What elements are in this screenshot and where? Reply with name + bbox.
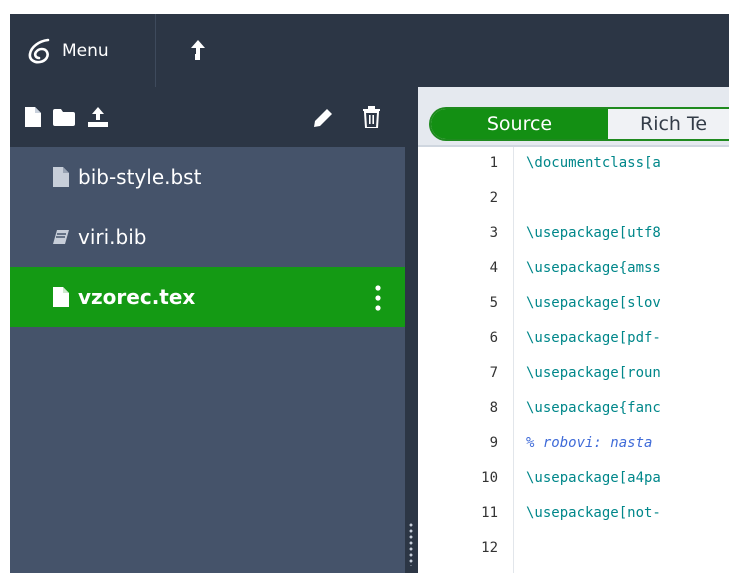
new-file-icon[interactable] xyxy=(25,107,41,127)
upload-arrow-icon[interactable] xyxy=(186,36,210,66)
code-line[interactable]: \documentclass[a xyxy=(526,155,661,171)
file-tree-toolbar xyxy=(10,87,405,147)
line-number: 9 xyxy=(489,435,498,451)
code-editor[interactable]: \documentclass[a \usepackage[utf8 \usepa… xyxy=(513,147,729,573)
toolbar-separator xyxy=(155,14,156,87)
file-tree-sidebar: bib-style.bst viri.bib vzorec.tex xyxy=(10,87,405,573)
line-number-gutter: 1 2 3 4 5 6 7 8 9 10 11 12 xyxy=(418,147,513,573)
code-line[interactable]: \usepackage[utf8 xyxy=(526,225,661,241)
code-line[interactable]: \usepackage{fanc xyxy=(526,400,661,416)
overleaf-logo-icon xyxy=(28,38,50,63)
file-options-kebab-icon[interactable] xyxy=(374,285,382,311)
code-line[interactable]: \usepackage[roun xyxy=(526,365,661,381)
line-number: 5 xyxy=(489,295,498,311)
book-icon xyxy=(53,230,69,244)
new-folder-icon[interactable] xyxy=(53,109,75,126)
code-line[interactable]: \usepackage[pdf- xyxy=(526,330,661,346)
line-number: 6 xyxy=(489,330,498,346)
file-name: vzorec.tex xyxy=(78,285,196,309)
menu-label: Menu xyxy=(62,40,109,61)
line-number: 1 xyxy=(489,155,498,171)
line-number: 8 xyxy=(489,400,498,416)
file-name: viri.bib xyxy=(78,225,147,249)
pane-divider xyxy=(405,87,418,573)
tab-source[interactable]: Source xyxy=(431,109,608,139)
code-line[interactable]: \usepackage[a4pa xyxy=(526,470,661,486)
delete-trash-icon[interactable] xyxy=(362,106,381,128)
top-toolbar: Menu xyxy=(10,14,729,87)
rename-pencil-icon[interactable] xyxy=(313,108,333,128)
line-number: 12 xyxy=(481,540,498,556)
line-number: 7 xyxy=(489,365,498,381)
line-number: 3 xyxy=(489,225,498,241)
line-number: 11 xyxy=(481,505,498,521)
file-list: bib-style.bst viri.bib vzorec.tex xyxy=(10,147,405,327)
file-icon xyxy=(53,287,69,307)
tab-rich-text[interactable]: Rich Te xyxy=(608,109,729,139)
file-item-viri-bib[interactable]: viri.bib xyxy=(10,207,405,267)
resize-handle[interactable] xyxy=(409,522,413,566)
line-number: 10 xyxy=(481,470,498,486)
editor-header: Source Rich Te xyxy=(418,87,729,147)
line-number: 2 xyxy=(489,190,498,206)
upload-icon[interactable] xyxy=(87,106,109,128)
menu-button[interactable]: Menu xyxy=(10,14,155,87)
file-item-vzorec-tex[interactable]: vzorec.tex xyxy=(10,267,405,327)
code-line[interactable]: \usepackage{amss xyxy=(526,260,661,276)
editor-mode-toggle: Source Rich Te xyxy=(429,107,729,141)
code-comment-line[interactable]: % robovi: nasta xyxy=(526,435,652,451)
code-line[interactable]: \usepackage[not- xyxy=(526,505,661,521)
file-item-bib-style-bst[interactable]: bib-style.bst xyxy=(10,147,405,207)
file-icon xyxy=(53,167,69,187)
line-number: 4 xyxy=(489,260,498,276)
code-line[interactable]: \usepackage[slov xyxy=(526,295,661,311)
file-name: bib-style.bst xyxy=(78,165,202,189)
